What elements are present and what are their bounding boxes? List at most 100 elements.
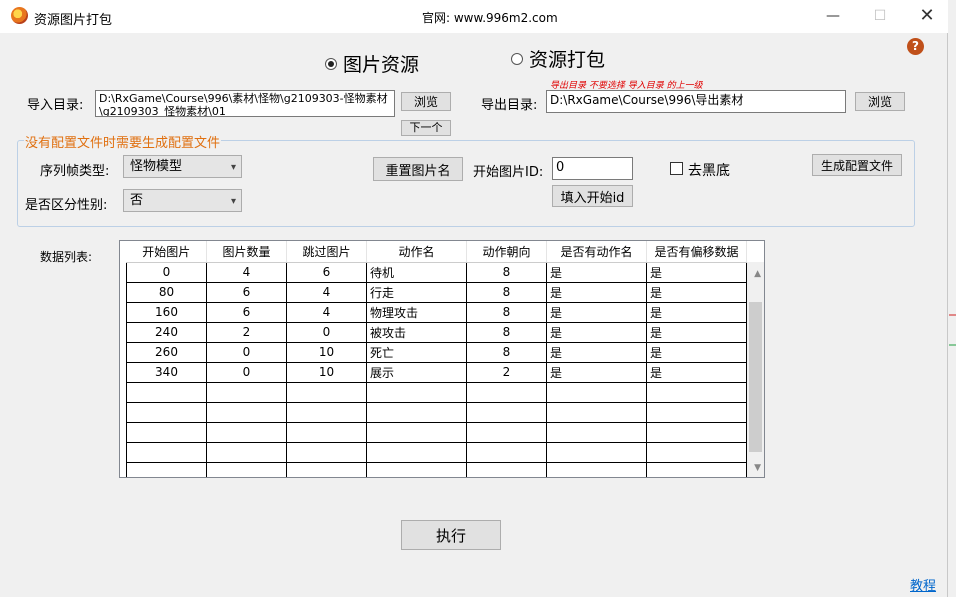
table-cell[interactable]: 80 [126,281,207,303]
table-cell[interactable]: 是 [646,341,747,363]
table-cell[interactable] [546,461,647,477]
table-cell[interactable] [286,381,367,403]
table-cell[interactable] [206,381,287,403]
table-cell[interactable]: 260 [126,341,207,363]
remove-black-checkbox[interactable] [670,162,683,175]
tutorial-link[interactable]: 教程 [910,575,936,594]
table-row[interactable]: 80 6 4 行走 8 是是 [126,281,747,303]
column-header[interactable]: 动作名 [366,241,467,263]
radio-indicator[interactable] [511,52,523,65]
table-cell[interactable]: 是 [646,301,747,323]
help-icon[interactable]: ? [907,38,924,55]
table-cell[interactable] [546,401,647,423]
scroll-up-icon[interactable]: ▲ [754,269,761,279]
table-cell[interactable]: 4 [286,301,367,323]
next-button[interactable]: 下一个 [401,120,451,136]
scroll-down-icon[interactable]: ▼ [754,463,761,473]
table-cell[interactable]: 待机 [366,261,467,283]
table-cell[interactable] [206,441,287,463]
table-cell[interactable]: 240 [126,321,207,343]
generate-config-button[interactable]: 生成配置文件 [812,154,902,176]
column-header[interactable]: 动作朝向 [466,241,547,263]
table-cell[interactable] [646,441,747,463]
table-cell[interactable] [546,441,647,463]
table-cell[interactable]: 0 [126,261,207,283]
minimize-icon[interactable]: — [818,5,848,27]
table-cell[interactable]: 展示 [366,361,467,383]
table-row-empty[interactable] [126,401,747,423]
start-id-field[interactable]: 0 [552,157,633,180]
table-cell[interactable] [646,461,747,477]
table-row-empty[interactable] [126,441,747,463]
table-cell[interactable] [126,461,207,477]
table-cell[interactable]: 8 [466,261,547,283]
table-cell[interactable]: 是 [646,361,747,383]
table-cell[interactable]: 2 [466,361,547,383]
table-cell[interactable] [206,461,287,477]
table-cell[interactable]: 8 [466,321,547,343]
data-grid[interactable]: 开始图片 图片数量 跳过图片 动作名 动作朝向 是否有动作名 是否有偏移数据 0 4 6 待机 8 是… [119,240,765,478]
table-row[interactable]: 240 2 0 被攻击 8 是是 [126,321,747,343]
table-cell[interactable] [646,421,747,443]
table-cell[interactable]: 死亡 [366,341,467,363]
table-cell[interactable] [646,401,747,423]
radio-indicator[interactable] [325,57,337,70]
table-cell[interactable]: 160 [126,301,207,323]
table-cell[interactable] [126,421,207,443]
table-cell[interactable]: 6 [206,281,287,303]
table-cell[interactable] [366,381,467,403]
table-cell[interactable] [126,401,207,423]
table-cell[interactable]: 10 [286,341,367,363]
export-dir-field[interactable]: D:\RxGame\Course\996\导出素材 [546,90,846,113]
table-cell[interactable] [366,421,467,443]
table-cell[interactable] [286,441,367,463]
table-cell[interactable] [466,401,547,423]
table-row[interactable]: 340 0 10 展示 2 是是 [126,361,747,383]
reset-image-name-button[interactable]: 重置图片名 [373,157,463,181]
close-icon[interactable]: ✕ [912,5,942,27]
table-cell[interactable]: 行走 [366,281,467,303]
gender-select[interactable]: 否 ▾ [123,189,242,212]
table-cell[interactable]: 8 [466,341,547,363]
scrollbar-thumb[interactable] [749,302,762,452]
table-cell[interactable]: 0 [286,321,367,343]
table-cell[interactable] [466,461,547,477]
table-cell[interactable] [206,421,287,443]
table-cell[interactable] [466,421,547,443]
table-cell[interactable]: 6 [206,301,287,323]
import-browse-button[interactable]: 浏览 [401,92,451,111]
table-cell[interactable]: 2 [206,321,287,343]
table-cell[interactable]: 4 [206,261,287,283]
table-cell[interactable]: 是 [546,301,647,323]
export-browse-button[interactable]: 浏览 [855,92,905,111]
table-cell[interactable]: 6 [286,261,367,283]
vertical-scrollbar[interactable] [747,262,764,477]
table-cell[interactable]: 是 [546,261,647,283]
table-row-empty[interactable] [126,421,747,443]
table-cell[interactable]: 是 [646,281,747,303]
table-cell[interactable] [126,441,207,463]
table-cell[interactable]: 是 [646,261,747,283]
column-header[interactable]: 是否有动作名 [546,241,647,263]
table-cell[interactable] [546,381,647,403]
table-cell[interactable] [646,381,747,403]
table-cell[interactable] [206,401,287,423]
table-row[interactable]: 160 6 4 物理攻击 8 是是 [126,301,747,323]
table-row-empty[interactable] [126,461,747,477]
table-row[interactable]: 0 4 6 待机 8 是是 [126,261,747,283]
table-cell[interactable] [286,421,367,443]
table-cell[interactable]: 8 [466,301,547,323]
column-header[interactable]: 跳过图片 [286,241,367,263]
table-row[interactable]: 260 0 10 死亡 8 是是 [126,341,747,363]
table-cell[interactable]: 被攻击 [366,321,467,343]
column-header[interactable]: 是否有偏移数据 [646,241,747,263]
column-header[interactable]: 开始图片 [126,241,207,263]
maximize-icon[interactable]: ☐ [865,5,895,27]
table-cell[interactable]: 0 [206,341,287,363]
table-cell[interactable] [546,421,647,443]
table-cell[interactable] [466,441,547,463]
table-cell[interactable]: 0 [206,361,287,383]
table-cell[interactable] [286,461,367,477]
table-cell[interactable] [366,401,467,423]
import-dir-field[interactable]: D:\RxGame\Course\996\素材\怪物\g2109303-怪物素材… [95,90,395,117]
